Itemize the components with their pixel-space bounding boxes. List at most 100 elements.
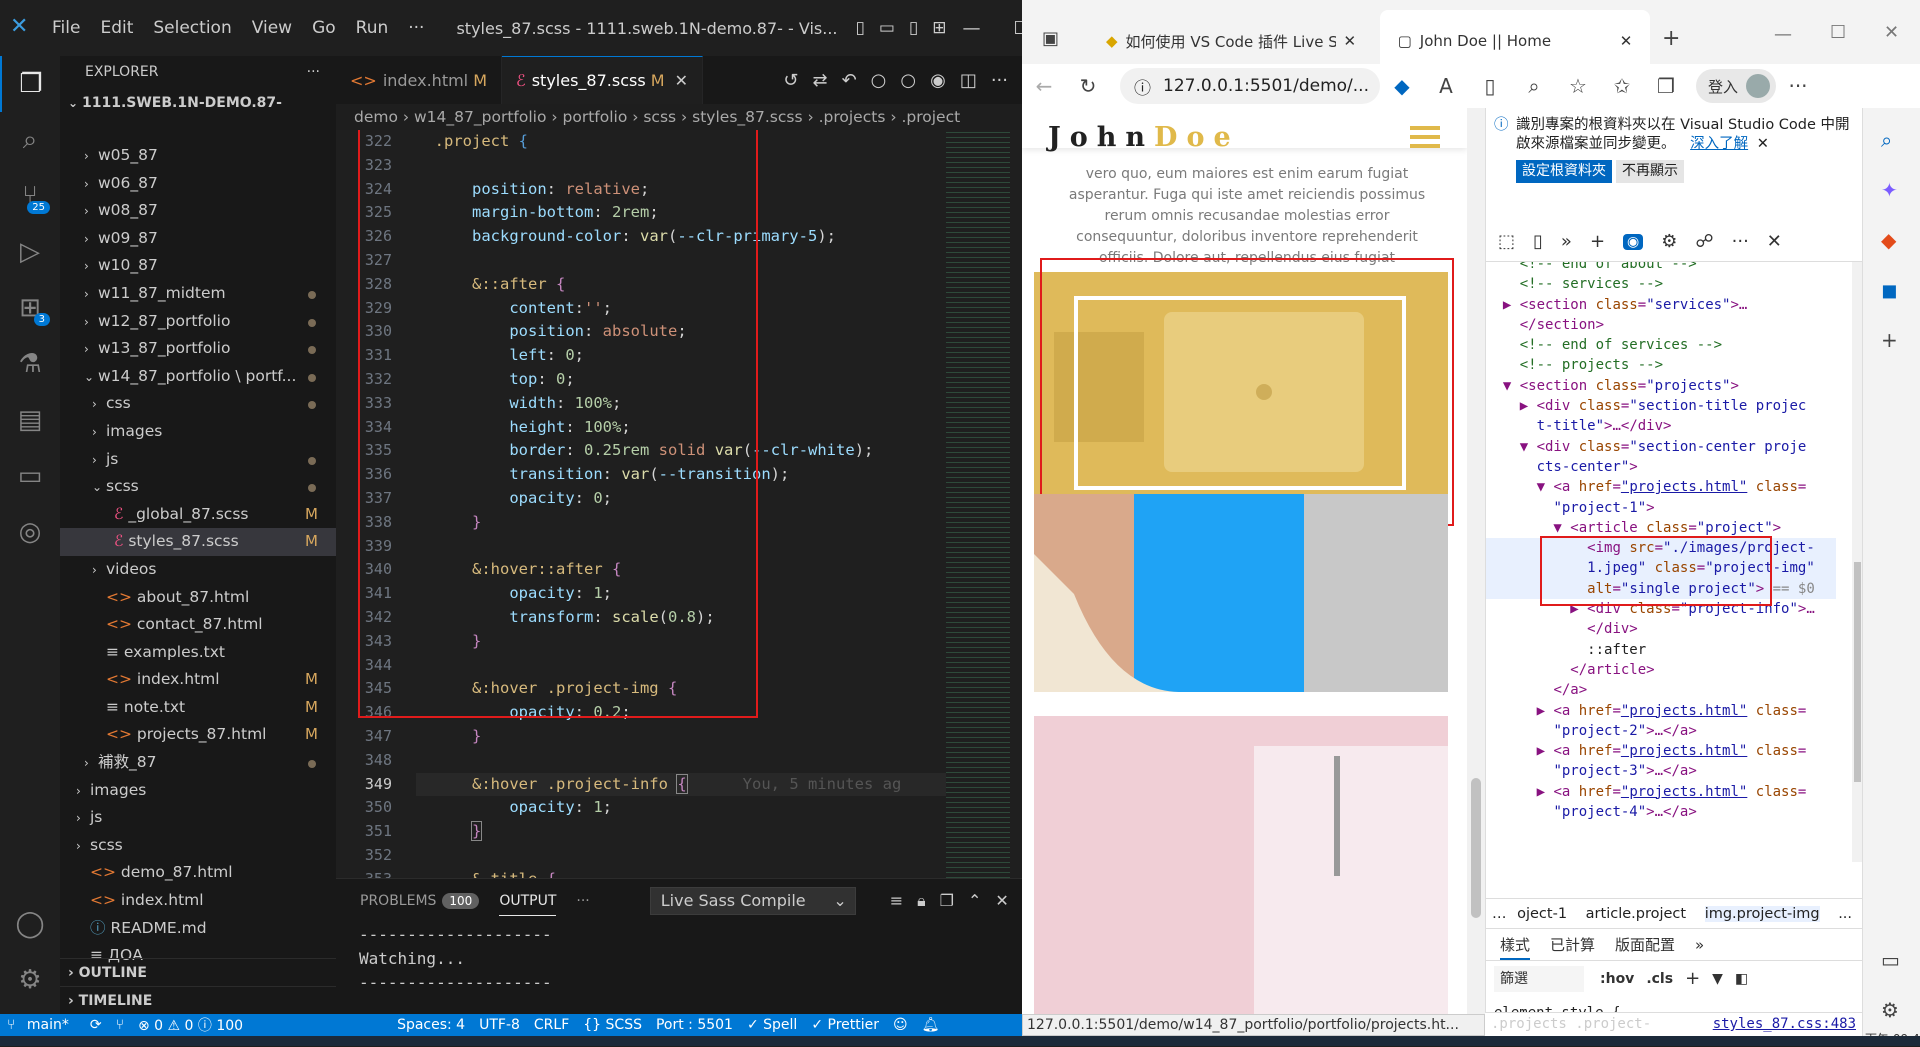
hov-toggle[interactable]: :hov bbox=[1600, 971, 1634, 987]
timeline-history-icon[interactable]: ↺ bbox=[783, 70, 798, 91]
more-actions-icon[interactable]: ··· bbox=[991, 70, 1008, 91]
project-card-3[interactable] bbox=[1034, 716, 1448, 1020]
crumb-more[interactable]: … bbox=[1492, 906, 1507, 922]
learn-more-link[interactable]: 深入了解 bbox=[1690, 136, 1748, 152]
menu-view[interactable]: View bbox=[242, 0, 302, 56]
crumb-item[interactable]: article.project bbox=[1586, 906, 1686, 922]
dom-node[interactable]: ▼ <section class="projects"> bbox=[1486, 376, 1836, 396]
outlook-icon[interactable]: ◼ bbox=[1881, 278, 1898, 302]
sidebar-toggle-icon[interactable]: ◧ bbox=[1735, 971, 1748, 987]
crumb-item-selected[interactable]: img.project-img bbox=[1704, 906, 1820, 922]
dom-node[interactable]: ▶ <div class="section-title projec bbox=[1486, 396, 1836, 416]
rule-source-link[interactable]: styles_87.css:483 bbox=[1713, 1013, 1856, 1035]
tree-folder[interactable]: › scss bbox=[60, 832, 336, 860]
devtools-more-icon[interactable]: ··· bbox=[1732, 231, 1749, 252]
add-favorite-icon[interactable]: ☆ bbox=[1556, 74, 1600, 98]
dom-node[interactable]: </article> bbox=[1486, 660, 1836, 680]
tab-styles-scss[interactable]: ℰstyles_87.scss M ✕ bbox=[502, 56, 703, 104]
branch-status[interactable]: ⑂ main* bbox=[0, 1017, 83, 1033]
toggle-secondary-sidebar-icon[interactable]: ▯ bbox=[909, 18, 918, 38]
notifications-bell-icon[interactable]: 🔔︎ bbox=[915, 1017, 947, 1033]
favorites-icon[interactable]: ✩ bbox=[1600, 74, 1644, 98]
tab-styles[interactable]: 樣式 bbox=[1500, 929, 1531, 960]
copy-icon[interactable]: ❐ bbox=[940, 891, 954, 911]
menu-edit[interactable]: Edit bbox=[90, 0, 143, 56]
git-graph-status-icon[interactable]: ⑂ bbox=[109, 1017, 131, 1033]
split-editor-icon[interactable]: ◫ bbox=[960, 70, 977, 91]
testing-icon[interactable]: ⚗ bbox=[0, 336, 60, 392]
copilot-icon[interactable]: ✦ bbox=[1881, 178, 1898, 202]
back-icon[interactable]: ← bbox=[1022, 74, 1066, 98]
hamburger-menu-icon[interactable] bbox=[1410, 126, 1440, 150]
tab-actions-icon[interactable]: ▣ bbox=[1042, 28, 1059, 49]
sync-icon[interactable]: ⟳ bbox=[83, 1017, 109, 1033]
dom-node[interactable]: ▶ <a href="projects.html" class= bbox=[1486, 782, 1836, 802]
office-icon[interactable]: ◆ bbox=[1881, 228, 1896, 252]
circle-icon[interactable]: ○ bbox=[900, 70, 916, 91]
git-lens-icon[interactable]: ◉ bbox=[930, 70, 946, 91]
settings-more-icon[interactable]: ··· bbox=[1776, 74, 1820, 98]
menu-selection[interactable]: Selection bbox=[143, 0, 241, 56]
dom-node[interactable]: </div> bbox=[1486, 619, 1836, 639]
tree-folder[interactable]: › w13_87_portfolio bbox=[60, 335, 336, 363]
account-icon[interactable]: ◯ bbox=[0, 896, 60, 952]
more-tabs-icon[interactable]: » bbox=[1561, 231, 1572, 252]
language-status[interactable]: {} SCSS bbox=[576, 1017, 649, 1033]
reader-view-icon[interactable]: ▯ bbox=[1468, 74, 1512, 98]
menu-more[interactable]: ··· bbox=[398, 0, 434, 56]
dom-node[interactable]: </a> bbox=[1486, 680, 1836, 700]
cls-toggle[interactable]: .cls bbox=[1646, 971, 1673, 987]
tree-folder[interactable]: › w08_87 bbox=[60, 197, 336, 225]
dom-node[interactable]: ▶ <section class="services">… bbox=[1486, 295, 1836, 315]
tab-more[interactable]: » bbox=[1695, 929, 1704, 960]
tree-folder[interactable]: › w12_87_portfolio bbox=[60, 308, 336, 336]
dom-node[interactable]: ▼ <a href="projects.html" class= bbox=[1486, 477, 1836, 497]
go-back-icon[interactable]: ↶ bbox=[842, 70, 857, 91]
toggle-sidebar-icon[interactable]: ▯ bbox=[856, 18, 865, 38]
menu-go[interactable]: Go bbox=[302, 0, 346, 56]
source-control-icon[interactable]: ⑂ 25 bbox=[0, 168, 60, 224]
eol-status[interactable]: CRLF bbox=[527, 1017, 576, 1033]
tree-file[interactable]: ⓘ README.md bbox=[60, 915, 336, 943]
panel-more-icon[interactable]: ··· bbox=[576, 893, 589, 909]
tree-file[interactable]: ℰ styles_87.scss M bbox=[60, 528, 336, 556]
breadcrumb[interactable]: demo › w14_87_portfolio › portfolio › sc… bbox=[336, 104, 1022, 130]
settings-gear-icon[interactable]: ⚙ bbox=[0, 952, 60, 1008]
dom-node[interactable]: <!-- end of about --> bbox=[1486, 262, 1836, 274]
prettier-status[interactable]: ✓ Prettier bbox=[804, 1017, 886, 1033]
dom-node[interactable]: <!-- services --> bbox=[1486, 274, 1836, 294]
code-editor[interactable]: 322 323 324 325 326 327 328 329 330 331 332 333 334 3… bbox=[336, 130, 1022, 878]
tab-computed[interactable]: 已計算 bbox=[1550, 929, 1595, 960]
crumb-item[interactable]: oject-1 bbox=[1517, 906, 1567, 922]
page-scrollbar[interactable] bbox=[1467, 108, 1485, 1020]
set-root-folder-button[interactable]: 設定根資料夾 bbox=[1516, 160, 1612, 183]
search-icon[interactable]: ⌕ bbox=[0, 112, 60, 168]
tab-close-icon[interactable]: ✕ bbox=[1620, 32, 1633, 50]
tree-folder[interactable]: › images bbox=[60, 777, 336, 805]
new-tab-icon[interactable]: + bbox=[1590, 231, 1605, 252]
tree-file[interactable]: <> index.html M bbox=[60, 666, 336, 694]
tree-file[interactable]: ℰ _global_87.scss M bbox=[60, 501, 336, 529]
tree-folder[interactable]: › js bbox=[60, 804, 336, 832]
tab-output[interactable]: OUTPUT bbox=[499, 893, 557, 916]
tree-file[interactable]: <> about_87.html bbox=[60, 584, 336, 612]
minimize-icon[interactable]: — bbox=[947, 18, 997, 39]
dom-node[interactable]: ::after bbox=[1486, 640, 1836, 660]
explorer-icon[interactable]: ❐ bbox=[0, 56, 60, 112]
tab-index-html[interactable]: <> index.html M bbox=[336, 56, 503, 104]
new-rule-icon[interactable]: + bbox=[1685, 968, 1700, 989]
tree-file[interactable]: <> demo_87.html bbox=[60, 859, 336, 887]
dom-node[interactable]: cts-center"> bbox=[1486, 457, 1836, 477]
sidebar-settings-icon[interactable]: ⚙ bbox=[1881, 998, 1899, 1022]
indent-status[interactable]: Spaces: 4 bbox=[390, 1017, 472, 1033]
devtools-feedback-icon[interactable]: ☍ bbox=[1695, 231, 1713, 252]
tab-problems[interactable]: PROBLEMS 100 bbox=[360, 893, 480, 909]
menu-file[interactable]: File bbox=[42, 0, 90, 56]
outline-section[interactable]: › OUTLINE bbox=[60, 958, 336, 986]
extensions-icon[interactable]: ⊞ 3 bbox=[0, 280, 60, 336]
maximize-panel-icon[interactable]: ⌃ bbox=[968, 891, 981, 911]
tree-folder[interactable]: › w11_87_midtem bbox=[60, 280, 336, 308]
close-panel-icon[interactable]: ✕ bbox=[995, 891, 1008, 911]
paint-icon[interactable]: ▼ bbox=[1712, 971, 1723, 987]
collections-icon[interactable]: ❐ bbox=[1644, 74, 1688, 98]
